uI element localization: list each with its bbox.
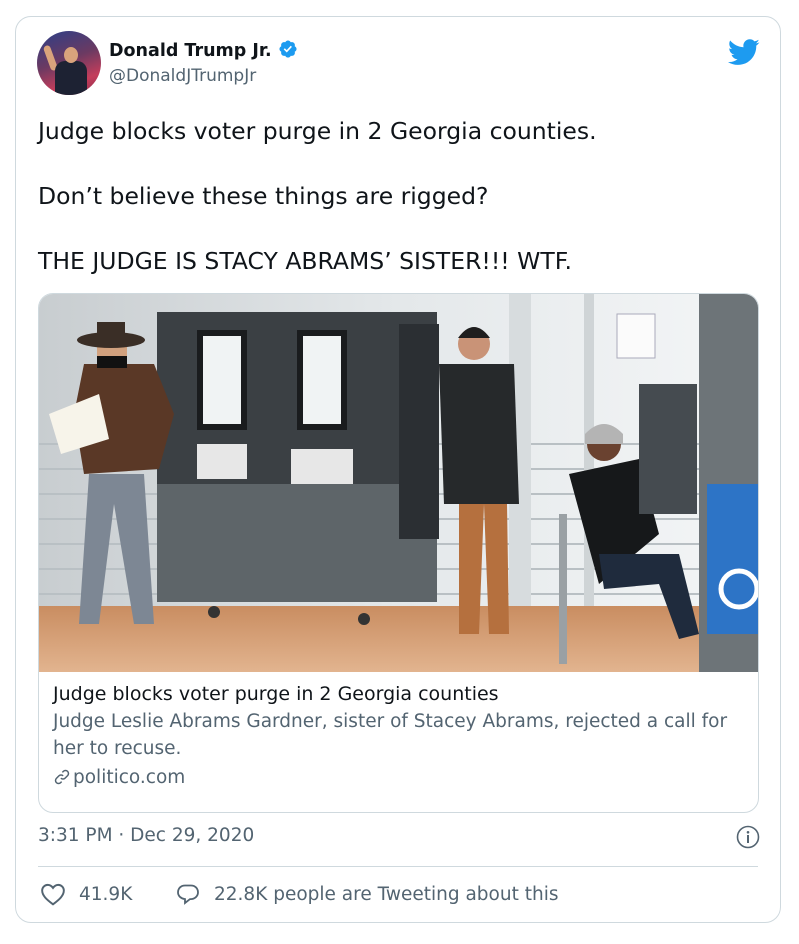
- tweeting-count: 22.8K people are Tweeting about this: [214, 883, 559, 905]
- avatar[interactable]: [37, 31, 101, 95]
- heart-icon: [41, 883, 65, 906]
- tweet-line: Judge blocks voter purge in 2 Georgia co…: [38, 117, 597, 145]
- info-icon[interactable]: [736, 825, 760, 853]
- link-preview-card[interactable]: Judge blocks voter purge in 2 Georgia co…: [38, 293, 759, 813]
- speech-bubble-icon: [177, 884, 199, 905]
- tweeting-about-link[interactable]: 22.8K people are Tweeting about this: [175, 882, 558, 906]
- author-name-text[interactable]: Donald Trump Jr.: [109, 41, 272, 61]
- like-button[interactable]: 41.9K: [40, 882, 132, 906]
- author-handle[interactable]: @DonaldJTrumpJr: [109, 66, 256, 86]
- tweet-line: Don’t believe these things are rigged?: [38, 182, 489, 210]
- link-icon: [54, 769, 70, 785]
- tweet-line: THE JUDGE IS STACY ABRAMS’ SISTER!!! WTF…: [38, 247, 572, 275]
- link-preview-description: Judge Leslie Abrams Gardner, sister of S…: [53, 711, 728, 759]
- link-preview-image[interactable]: [39, 294, 759, 672]
- twitter-bird-icon[interactable]: [727, 39, 760, 70]
- tweet-timestamp[interactable]: 3:31 PM · Dec 29, 2020: [38, 825, 254, 846]
- divider: [38, 866, 758, 867]
- tweet-card: Donald Trump Jr. @DonaldJTrumpJr Judge b…: [15, 16, 781, 923]
- link-domain-text[interactable]: politico.com: [73, 767, 185, 788]
- author-name[interactable]: Donald Trump Jr.: [109, 39, 298, 64]
- like-count: 41.9K: [79, 883, 133, 905]
- link-preview-domain[interactable]: politico.com: [53, 764, 748, 791]
- link-preview-text[interactable]: Judge blocks voter purge in 2 Georgia co…: [53, 681, 748, 791]
- link-preview-title[interactable]: Judge blocks voter purge in 2 Georgia co…: [53, 681, 748, 707]
- tweet-text: Judge blocks voter purge in 2 Georgia co…: [38, 115, 758, 277]
- verified-badge-icon: [278, 39, 298, 64]
